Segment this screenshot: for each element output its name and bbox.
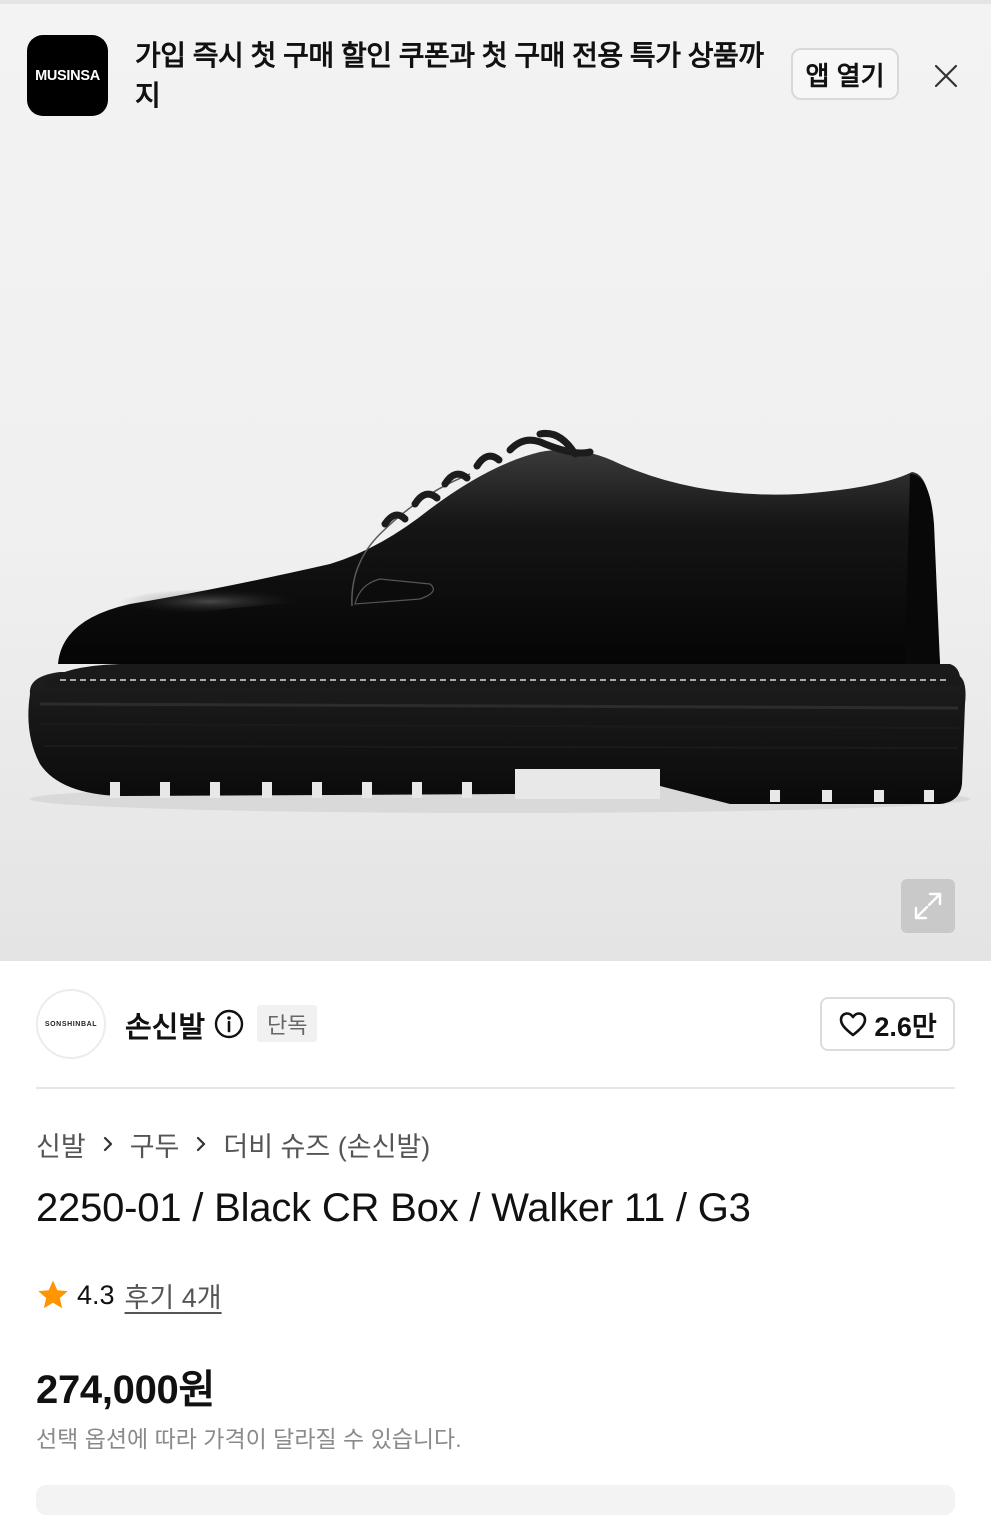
brand-name[interactable]: 손신발 (125, 1004, 205, 1046)
expand-image-button[interactable] (901, 879, 955, 933)
musinsa-app-logo[interactable]: MUSINSA (27, 35, 108, 116)
breadcrumb-item[interactable]: 더비 슈즈 (손신발) (223, 1125, 430, 1164)
product-image-area: MUSINSA 가입 즉시 첫 구매 할인 쿠폰과 첫 구매 전용 특가 상품까… (0, 4, 991, 961)
exclusive-badge: 단독 (257, 1005, 318, 1042)
price-note: 선택 옵션에 따라 가격이 달라질 수 있습니다. (36, 1426, 462, 1452)
brand-logo[interactable]: SONSHINBAL (36, 989, 106, 1059)
product-price: 274,000원 (36, 1368, 215, 1412)
rating-row: 4.3 후기 4개 (36, 1277, 222, 1313)
open-app-button[interactable]: 앱 열기 (791, 48, 899, 100)
product-photo (28, 429, 970, 813)
expand-icon (914, 892, 942, 920)
breadcrumb-item[interactable]: 구두 (130, 1125, 180, 1164)
close-icon[interactable] (930, 60, 962, 92)
reviews-link[interactable]: 후기 4개 (125, 1276, 222, 1315)
star-icon (38, 1280, 68, 1309)
like-button[interactable]: 2.6만 (820, 997, 955, 1051)
option-box (36, 1485, 955, 1515)
breadcrumb: 신발 구두 더비 슈즈 (손신발) (36, 1124, 430, 1164)
app-banner-message: 가입 즉시 첫 구매 할인 쿠폰과 첫 구매 전용 특가 상품까지 (135, 40, 764, 111)
chevron-right-icon (103, 1136, 112, 1152)
divider (36, 1087, 955, 1089)
rating-value: 4.3 (77, 1279, 115, 1310)
app-logo-text: MUSINSA (35, 67, 100, 84)
like-count: 2.6만 (874, 1011, 937, 1042)
chevron-right-icon (197, 1136, 206, 1152)
product-title: 2250-01 / Black CR Box / Walker 11 / G3 (36, 1186, 751, 1230)
brand-logo-text: SONSHINBAL (44, 1020, 98, 1028)
heart-icon (840, 1012, 867, 1037)
breadcrumb-item[interactable]: 신발 (36, 1125, 86, 1164)
info-icon[interactable] (213, 1008, 245, 1040)
